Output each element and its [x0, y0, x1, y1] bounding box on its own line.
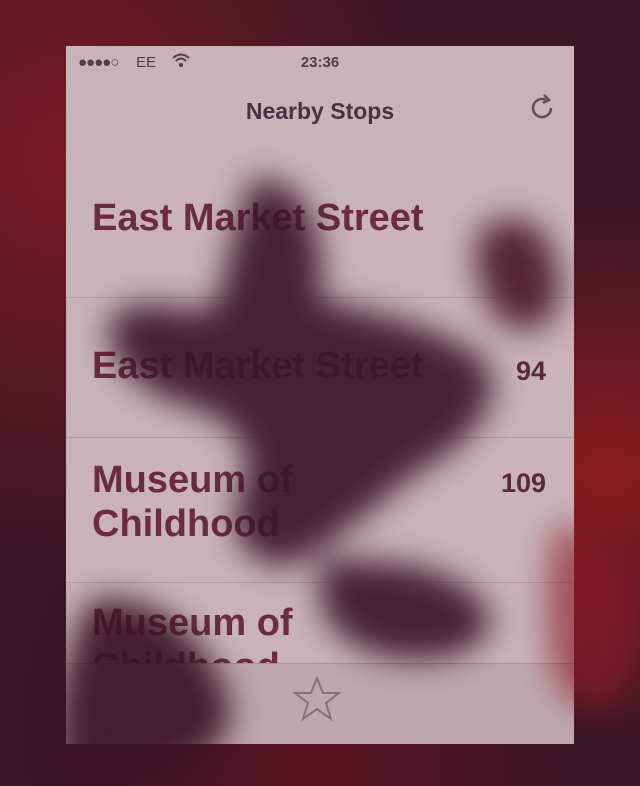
phone-screen: ●●●●○ EE 23:36 Nearby Stops East Market …	[66, 46, 574, 744]
list-item[interactable]: East Market Street	[66, 148, 574, 298]
tab-nearby-label[interactable]: Nea	[104, 722, 126, 736]
list-item[interactable]: East Market Street 94	[66, 298, 574, 438]
list-item[interactable]: Museum of Childhood 109	[66, 438, 574, 583]
stop-name: Museum of Childhood	[92, 459, 293, 545]
stop-name: East Market Street	[92, 197, 424, 239]
stops-list: East Market Street East Market Street 94…	[66, 148, 574, 703]
nav-bar: Nearby Stops	[66, 78, 574, 148]
scene: ●●●●○ EE 23:36 Nearby Stops East Market …	[0, 0, 640, 786]
stop-distance: 94	[515, 356, 546, 386]
status-bar: ●●●●○ EE 23:36	[66, 46, 574, 78]
clock: 23:36	[300, 54, 340, 71]
tab-bar: Nea	[66, 663, 574, 744]
refresh-icon[interactable]	[526, 92, 558, 124]
stop-name: East Market Street	[92, 345, 424, 387]
page-title: Nearby Stops	[245, 98, 395, 124]
star-icon[interactable]	[292, 674, 342, 724]
stop-distance: 109	[500, 468, 546, 498]
